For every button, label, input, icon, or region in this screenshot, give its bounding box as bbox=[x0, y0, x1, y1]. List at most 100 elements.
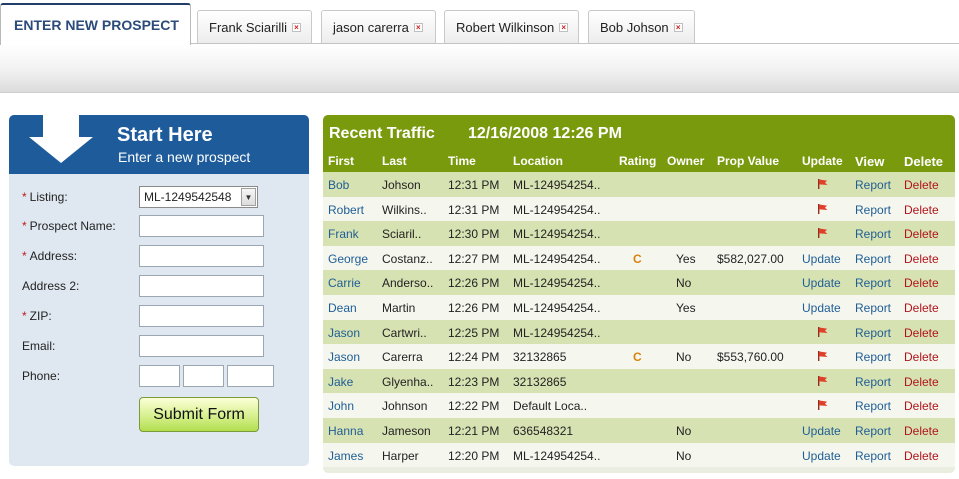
update-link[interactable]: Update bbox=[802, 301, 841, 315]
flag-icon[interactable] bbox=[817, 178, 828, 192]
update-link[interactable]: Update bbox=[802, 276, 841, 290]
location-cell: Default Loca.. bbox=[513, 399, 588, 414]
report-link[interactable]: Report bbox=[855, 424, 891, 438]
last-name-cell: Wilkins.. bbox=[382, 202, 427, 217]
tab-frank-sciarilli[interactable]: Frank Sciarilli × bbox=[197, 10, 312, 44]
first-name-link[interactable]: Jake bbox=[328, 375, 353, 389]
phone-prefix-field[interactable] bbox=[183, 365, 224, 387]
delete-link[interactable]: Delete bbox=[904, 375, 939, 389]
report-link[interactable]: Report bbox=[855, 301, 891, 315]
report-link[interactable]: Report bbox=[855, 399, 891, 413]
first-name-link[interactable]: Jason bbox=[328, 326, 360, 340]
column-header-location[interactable]: Location bbox=[513, 154, 563, 168]
delete-link[interactable]: Delete bbox=[904, 399, 939, 413]
first-name-link[interactable]: Hanna bbox=[328, 424, 363, 438]
flag-icon[interactable] bbox=[817, 375, 828, 389]
delete-link[interactable]: Delete bbox=[904, 203, 939, 217]
update-link[interactable]: Update bbox=[802, 449, 841, 463]
column-header-first[interactable]: First bbox=[328, 154, 354, 168]
first-name-link[interactable]: James bbox=[328, 449, 363, 463]
last-name-cell: Costanz.. bbox=[382, 251, 433, 266]
column-header-delete[interactable]: Delete bbox=[904, 154, 943, 169]
prospect-name-field[interactable] bbox=[139, 215, 264, 237]
phone-area-code-field[interactable] bbox=[139, 365, 180, 387]
owner-cell: No bbox=[676, 350, 692, 365]
tab-robert-wilkinson[interactable]: Robert Wilkinson × bbox=[444, 10, 579, 44]
column-header-view[interactable]: View bbox=[855, 154, 884, 169]
update-link[interactable]: Update bbox=[802, 424, 841, 438]
location-cell: 32132865 bbox=[513, 374, 567, 389]
first-name-link[interactable]: Frank bbox=[328, 227, 359, 241]
first-name-link[interactable]: John bbox=[328, 399, 354, 413]
zip-label: * ZIP: bbox=[22, 309, 52, 323]
report-link[interactable]: Report bbox=[855, 178, 891, 192]
zip-field[interactable] bbox=[139, 305, 264, 327]
report-link[interactable]: Report bbox=[855, 326, 891, 340]
delete-link[interactable]: Delete bbox=[904, 301, 939, 315]
first-name-link[interactable]: Bob bbox=[328, 178, 349, 192]
delete-link[interactable]: Delete bbox=[904, 252, 939, 266]
delete-link[interactable]: Delete bbox=[904, 178, 939, 192]
phone-line-field[interactable] bbox=[227, 365, 274, 387]
chevron-down-icon[interactable]: ▼ bbox=[241, 188, 256, 206]
column-header-time[interactable]: Time bbox=[448, 154, 476, 168]
report-link[interactable]: Report bbox=[855, 375, 891, 389]
listing-select[interactable]: ML-1249542548 ▼ bbox=[139, 186, 258, 208]
flag-icon[interactable] bbox=[817, 203, 828, 217]
submit-form-button[interactable]: Submit Form bbox=[139, 397, 259, 432]
location-cell: ML-124954254.. bbox=[513, 178, 601, 192]
tab-bob-johson[interactable]: Bob Johson × bbox=[588, 10, 695, 44]
first-name-link[interactable]: Jason bbox=[328, 350, 360, 364]
flag-icon[interactable] bbox=[817, 399, 828, 413]
column-header-owner[interactable]: Owner bbox=[667, 154, 704, 168]
delete-link[interactable]: Delete bbox=[904, 227, 939, 241]
time-cell: 12:23 PM bbox=[448, 374, 500, 389]
delete-link[interactable]: Delete bbox=[904, 350, 939, 364]
report-link[interactable]: Report bbox=[855, 449, 891, 463]
prospect-name-label: * Prospect Name: bbox=[22, 219, 116, 233]
delete-link[interactable]: Delete bbox=[904, 424, 939, 438]
report-link[interactable]: Report bbox=[855, 252, 891, 266]
tab-enter-new-prospect[interactable]: ENTER NEW PROSPECT bbox=[0, 3, 191, 45]
first-name-link[interactable]: Dean bbox=[328, 301, 357, 315]
column-header-last[interactable]: Last bbox=[382, 154, 407, 168]
delete-link[interactable]: Delete bbox=[904, 449, 939, 463]
first-name-link[interactable]: George bbox=[328, 252, 368, 266]
time-cell: 12:30 PM bbox=[448, 227, 500, 242]
report-link[interactable]: Report bbox=[855, 276, 891, 290]
email-field[interactable] bbox=[139, 335, 264, 357]
close-icon[interactable]: × bbox=[413, 23, 423, 32]
last-name-cell: Anderso.. bbox=[382, 276, 434, 291]
update-link[interactable]: Update bbox=[802, 252, 841, 266]
report-link[interactable]: Report bbox=[855, 350, 891, 364]
new-prospect-panel: Start Here Enter a new prospect * Listing… bbox=[9, 115, 309, 466]
address-field[interactable] bbox=[139, 245, 264, 267]
column-header-rating[interactable]: Rating bbox=[619, 154, 656, 168]
delete-link[interactable]: Delete bbox=[904, 276, 939, 290]
column-header-prop-value[interactable]: Prop Value bbox=[717, 154, 779, 168]
flag-icon[interactable] bbox=[817, 326, 828, 340]
report-link[interactable]: Report bbox=[855, 203, 891, 217]
location-cell: ML-124954254.. bbox=[513, 276, 601, 291]
location-cell: ML-124954254.. bbox=[513, 325, 601, 340]
prospect-tab-bar: ENTER NEW PROSPECT Frank Sciarilli × jas… bbox=[0, 0, 959, 45]
last-name-cell: Johnson bbox=[382, 399, 428, 414]
close-icon[interactable]: × bbox=[559, 23, 569, 32]
table-row: Jason Carerra 12:24 PM 32132865 C No $553,760.… bbox=[323, 344, 955, 369]
address2-field[interactable] bbox=[139, 275, 264, 297]
close-icon[interactable]: × bbox=[673, 23, 683, 32]
listing-value: ML-1249542548 bbox=[144, 190, 232, 204]
close-icon[interactable]: × bbox=[292, 23, 302, 32]
flag-icon[interactable] bbox=[817, 227, 828, 241]
time-cell: 12:26 PM bbox=[448, 276, 500, 291]
report-link[interactable]: Report bbox=[855, 227, 891, 241]
column-header-update[interactable]: Update bbox=[802, 154, 843, 168]
flag-icon[interactable] bbox=[817, 350, 828, 364]
tab-jason-carerra[interactable]: jason carerra × bbox=[321, 10, 436, 44]
rating-cell: C bbox=[633, 350, 642, 365]
delete-link[interactable]: Delete bbox=[904, 326, 939, 340]
owner-cell: No bbox=[676, 448, 692, 463]
tab-label: Robert Wilkinson bbox=[456, 20, 555, 35]
first-name-link[interactable]: Robert bbox=[328, 203, 364, 217]
first-name-link[interactable]: Carrie bbox=[328, 276, 361, 290]
